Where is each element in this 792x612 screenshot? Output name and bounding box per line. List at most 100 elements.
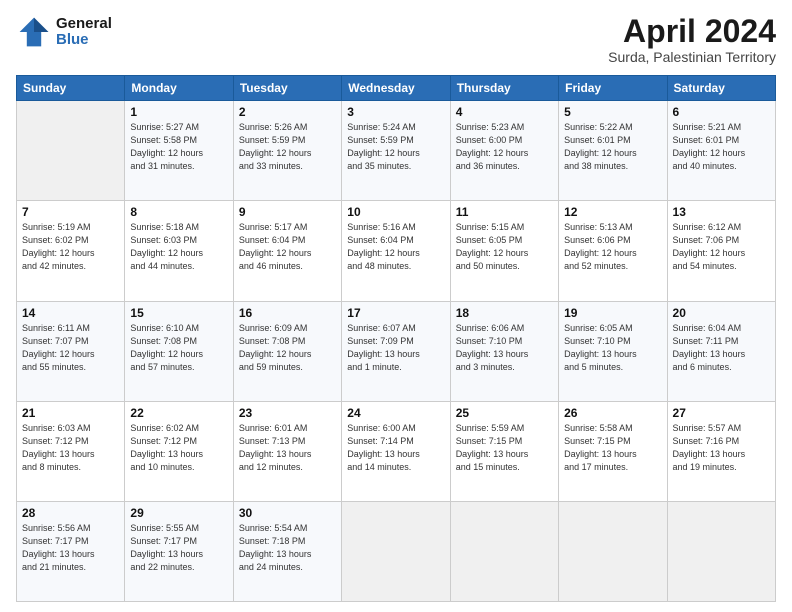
calendar-week-row-2: 14 Sunrise: 6:11 AM Sunset: 7:07 PM Dayli… (17, 301, 776, 401)
calendar-cell (17, 101, 125, 201)
calendar-cell (667, 501, 775, 601)
header: General Blue April 2024 Surda, Palestini… (16, 14, 776, 65)
day-number: 6 (673, 105, 770, 119)
day-number: 4 (456, 105, 553, 119)
day-number: 1 (130, 105, 227, 119)
day-info: Sunrise: 6:05 AM Sunset: 7:10 PM Dayligh… (564, 322, 661, 374)
col-monday: Monday (125, 76, 233, 101)
day-number: 5 (564, 105, 661, 119)
day-info: Sunrise: 6:01 AM Sunset: 7:13 PM Dayligh… (239, 422, 336, 474)
logo-text: General Blue (56, 16, 112, 49)
day-info: Sunrise: 5:57 AM Sunset: 7:16 PM Dayligh… (673, 422, 770, 474)
calendar-cell (342, 501, 450, 601)
day-number: 26 (564, 406, 661, 420)
day-number: 25 (456, 406, 553, 420)
col-tuesday: Tuesday (233, 76, 341, 101)
day-number: 28 (22, 506, 119, 520)
day-info: Sunrise: 6:09 AM Sunset: 7:08 PM Dayligh… (239, 322, 336, 374)
day-info: Sunrise: 5:21 AM Sunset: 6:01 PM Dayligh… (673, 121, 770, 173)
calendar-cell: 29Sunrise: 5:55 AM Sunset: 7:17 PM Dayli… (125, 501, 233, 601)
day-number: 10 (347, 205, 444, 219)
day-info: Sunrise: 6:11 AM Sunset: 7:07 PM Dayligh… (22, 322, 119, 374)
day-info: Sunrise: 6:06 AM Sunset: 7:10 PM Dayligh… (456, 322, 553, 374)
calendar-cell: 12 Sunrise: 5:13 AM Sunset: 6:06 PM Dayli… (559, 201, 667, 301)
calendar-cell: 21 Sunrise: 6:03 AM Sunset: 7:12 PM Dayli… (17, 401, 125, 501)
day-number: 18 (456, 306, 553, 320)
calendar-table: Sunday Monday Tuesday Wednesday Thursday… (16, 75, 776, 602)
calendar-cell: 5 Sunrise: 5:22 AM Sunset: 6:01 PM Daylig… (559, 101, 667, 201)
day-info: Sunrise: 6:02 AM Sunset: 7:12 PM Dayligh… (130, 422, 227, 474)
day-number: 7 (22, 205, 119, 219)
day-info: Sunrise: 5:22 AM Sunset: 6:01 PM Dayligh… (564, 121, 661, 173)
day-info: Sunrise: 6:00 AM Sunset: 7:14 PM Dayligh… (347, 422, 444, 474)
day-number: 9 (239, 205, 336, 219)
day-info: Sunrise: 6:12 AM Sunset: 7:06 PM Dayligh… (673, 221, 770, 273)
day-number: 22 (130, 406, 227, 420)
day-info: Sunrise: 6:03 AM Sunset: 7:12 PM Dayligh… (22, 422, 119, 474)
title-block: April 2024 Surda, Palestinian Territory (608, 14, 776, 65)
calendar-cell: 11 Sunrise: 5:15 AM Sunset: 6:05 PM Dayli… (450, 201, 558, 301)
calendar-cell: 24 Sunrise: 6:00 AM Sunset: 7:14 PM Dayli… (342, 401, 450, 501)
day-info: Sunrise: 5:15 AM Sunset: 6:05 PM Dayligh… (456, 221, 553, 273)
calendar-cell: 25Sunrise: 5:59 AM Sunset: 7:15 PM Dayli… (450, 401, 558, 501)
calendar-cell: 13 Sunrise: 6:12 AM Sunset: 7:06 PM Dayli… (667, 201, 775, 301)
calendar-header-row: Sunday Monday Tuesday Wednesday Thursday… (17, 76, 776, 101)
day-number: 21 (22, 406, 119, 420)
calendar-cell (450, 501, 558, 601)
day-info: Sunrise: 5:13 AM Sunset: 6:06 PM Dayligh… (564, 221, 661, 273)
calendar-cell: 23 Sunrise: 6:01 AM Sunset: 7:13 PM Dayli… (233, 401, 341, 501)
day-number: 17 (347, 306, 444, 320)
day-info: Sunrise: 6:07 AM Sunset: 7:09 PM Dayligh… (347, 322, 444, 374)
col-sunday: Sunday (17, 76, 125, 101)
day-info: Sunrise: 5:56 AM Sunset: 7:17 PM Dayligh… (22, 522, 119, 574)
calendar-cell: 18 Sunrise: 6:06 AM Sunset: 7:10 PM Dayli… (450, 301, 558, 401)
day-number: 12 (564, 205, 661, 219)
month-title: April 2024 (608, 14, 776, 49)
day-number: 29 (130, 506, 227, 520)
day-number: 20 (673, 306, 770, 320)
day-number: 14 (22, 306, 119, 320)
day-info: Sunrise: 5:23 AM Sunset: 6:00 PM Dayligh… (456, 121, 553, 173)
calendar-cell: 7 Sunrise: 5:19 AM Sunset: 6:02 PM Daylig… (17, 201, 125, 301)
calendar-cell: 26 Sunrise: 5:58 AM Sunset: 7:15 PM Dayli… (559, 401, 667, 501)
day-number: 16 (239, 306, 336, 320)
day-number: 19 (564, 306, 661, 320)
calendar-cell: 2 Sunrise: 5:26 AM Sunset: 5:59 PM Daylig… (233, 101, 341, 201)
calendar-cell: 28 Sunrise: 5:56 AM Sunset: 7:17 PM Dayli… (17, 501, 125, 601)
day-number: 27 (673, 406, 770, 420)
calendar-cell: 14 Sunrise: 6:11 AM Sunset: 7:07 PM Dayli… (17, 301, 125, 401)
day-info: Sunrise: 5:19 AM Sunset: 6:02 PM Dayligh… (22, 221, 119, 273)
calendar-week-row-3: 21 Sunrise: 6:03 AM Sunset: 7:12 PM Dayli… (17, 401, 776, 501)
calendar-cell: 4 Sunrise: 5:23 AM Sunset: 6:00 PM Daylig… (450, 101, 558, 201)
day-number: 23 (239, 406, 336, 420)
calendar-week-row-4: 28 Sunrise: 5:56 AM Sunset: 7:17 PM Dayli… (17, 501, 776, 601)
day-info: Sunrise: 5:17 AM Sunset: 6:04 PM Dayligh… (239, 221, 336, 273)
day-info: Sunrise: 5:58 AM Sunset: 7:15 PM Dayligh… (564, 422, 661, 474)
day-number: 24 (347, 406, 444, 420)
calendar-week-row-1: 7 Sunrise: 5:19 AM Sunset: 6:02 PM Daylig… (17, 201, 776, 301)
logo: General Blue (16, 14, 112, 50)
calendar-cell: 6 Sunrise: 5:21 AM Sunset: 6:01 PM Daylig… (667, 101, 775, 201)
col-saturday: Saturday (667, 76, 775, 101)
subtitle: Surda, Palestinian Territory (608, 49, 776, 65)
day-info: Sunrise: 6:10 AM Sunset: 7:08 PM Dayligh… (130, 322, 227, 374)
calendar-cell (559, 501, 667, 601)
calendar-cell: 22 Sunrise: 6:02 AM Sunset: 7:12 PM Dayli… (125, 401, 233, 501)
col-wednesday: Wednesday (342, 76, 450, 101)
day-info: Sunrise: 5:27 AM Sunset: 5:58 PM Dayligh… (130, 121, 227, 173)
calendar-cell: 27 Sunrise: 5:57 AM Sunset: 7:16 PM Dayli… (667, 401, 775, 501)
col-thursday: Thursday (450, 76, 558, 101)
day-info: Sunrise: 6:04 AM Sunset: 7:11 PM Dayligh… (673, 322, 770, 374)
page: General Blue April 2024 Surda, Palestini… (0, 0, 792, 612)
day-info: Sunrise: 5:26 AM Sunset: 5:59 PM Dayligh… (239, 121, 336, 173)
day-number: 13 (673, 205, 770, 219)
calendar-cell: 8Sunrise: 5:18 AM Sunset: 6:03 PM Daylig… (125, 201, 233, 301)
calendar-cell: 9 Sunrise: 5:17 AM Sunset: 6:04 PM Daylig… (233, 201, 341, 301)
day-number: 2 (239, 105, 336, 119)
day-number: 3 (347, 105, 444, 119)
day-info: Sunrise: 5:18 AM Sunset: 6:03 PM Dayligh… (130, 221, 227, 273)
day-number: 11 (456, 205, 553, 219)
day-number: 15 (130, 306, 227, 320)
calendar-cell: 15 Sunrise: 6:10 AM Sunset: 7:08 PM Dayli… (125, 301, 233, 401)
calendar-cell: 16 Sunrise: 6:09 AM Sunset: 7:08 PM Dayli… (233, 301, 341, 401)
